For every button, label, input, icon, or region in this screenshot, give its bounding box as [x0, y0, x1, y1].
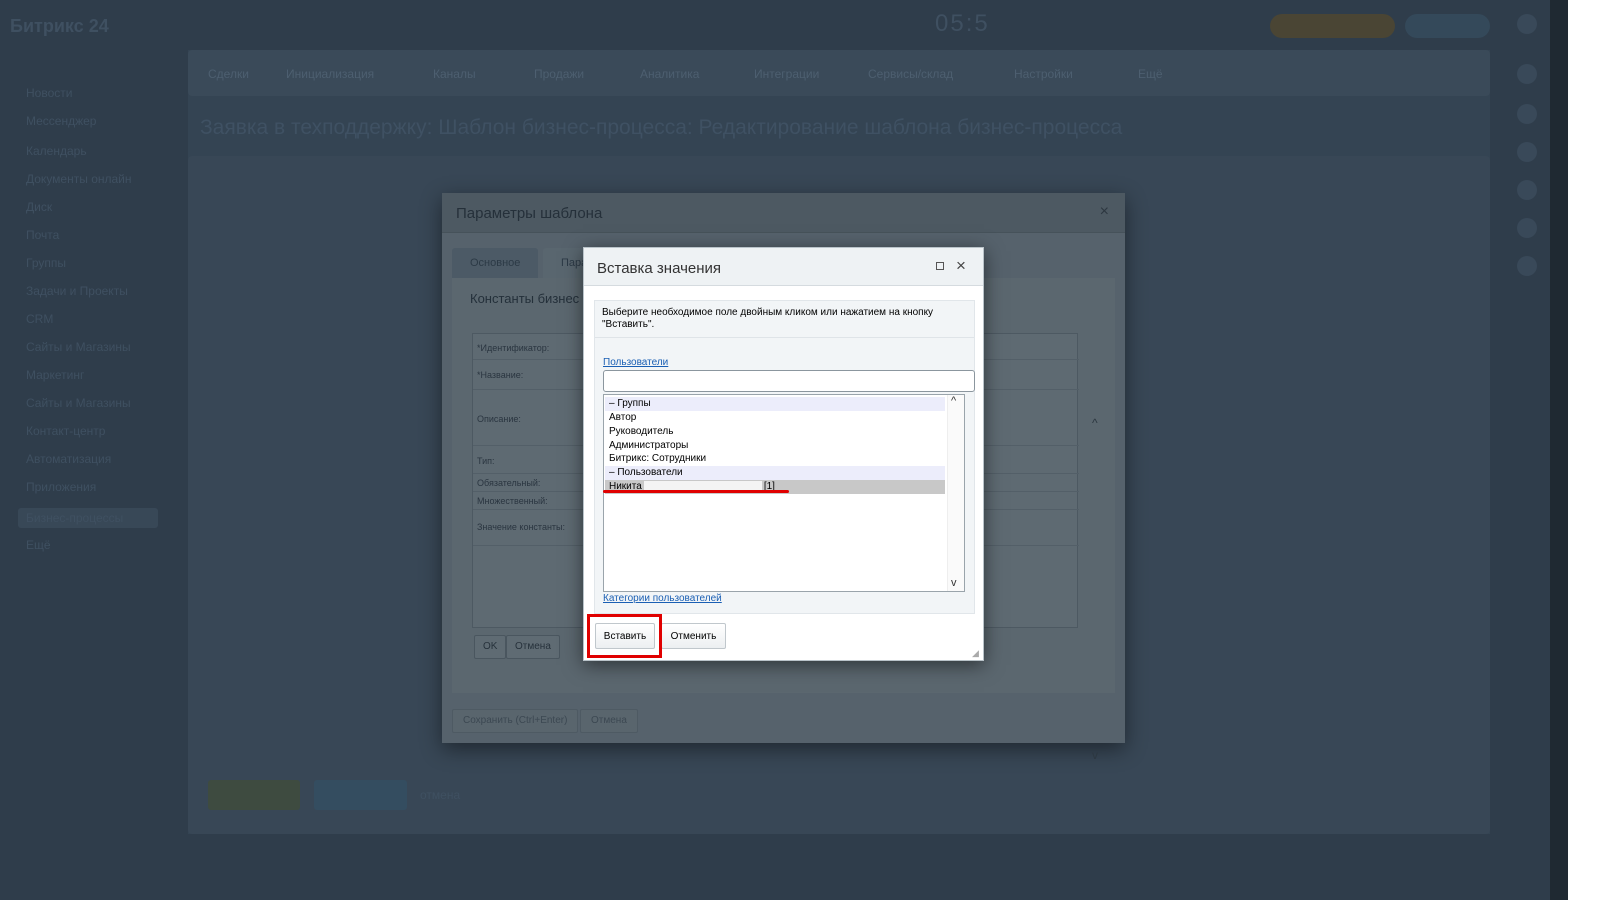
cancel-button[interactable]: Отменить	[661, 623, 726, 649]
save-button[interactable]: Сохранить (Ctrl+Enter)	[452, 709, 579, 733]
maximize-icon[interactable]	[936, 262, 944, 270]
chat-icon	[1517, 104, 1537, 124]
menu-item: Документы онлайн	[26, 172, 132, 186]
menu-item: Приложения	[26, 480, 97, 494]
top-bar: Битрикс 24 05:5	[0, 0, 1560, 50]
chevron-down-icon[interactable]: v	[1092, 748, 1098, 762]
dialog-header: Вставка значения ×	[584, 248, 983, 286]
bg-pill-blue	[1405, 14, 1490, 38]
left-menu: Новости Мессенджер Календарь Документы о…	[0, 60, 180, 720]
chevron-up-icon[interactable]: ^	[951, 395, 956, 407]
dialog-title: Параметры шаблона	[456, 205, 603, 222]
notification-icon	[1517, 64, 1537, 84]
section-title: Константы бизнес	[470, 291, 580, 306]
menu-item: Контакт-центр	[26, 424, 106, 438]
menu-item: Автоматизация	[26, 452, 112, 466]
nav-tab: Сервисы/склад	[868, 67, 954, 81]
value-list[interactable]: – Группы Автор Руководитель Администрато…	[603, 394, 965, 592]
nav-tab: Инициализация	[286, 67, 375, 81]
red-underline-annotation	[603, 490, 789, 493]
red-box-annotation	[587, 614, 662, 658]
menu-item: Новости	[26, 86, 73, 100]
menu-item: Маркетинг	[26, 368, 85, 382]
clock: 05:5	[935, 10, 990, 37]
chevron-down-icon[interactable]: v	[951, 577, 957, 589]
categories-link[interactable]: Категории пользователей	[603, 593, 722, 604]
list-item[interactable]: Руководитель	[605, 425, 945, 439]
search-input[interactable]	[603, 370, 975, 392]
divider	[595, 337, 974, 338]
top-nav: Сделки Инициализация Каналы Продажи Анал…	[188, 50, 1490, 96]
close-icon[interactable]: ×	[1100, 203, 1109, 221]
search-icon	[1517, 142, 1537, 162]
menu-item: Почта	[26, 228, 60, 242]
bg-save-button	[208, 780, 300, 810]
list-group[interactable]: – Группы	[605, 397, 945, 411]
list-group[interactable]: – Пользователи	[605, 466, 945, 480]
dialog-title: Вставка значения	[597, 260, 722, 277]
close-icon[interactable]: ×	[956, 256, 966, 276]
right-bar	[1505, 0, 1550, 900]
dialog-content: Выберите необходимое поле двойным кликом…	[594, 300, 975, 614]
widget-icon	[1517, 256, 1537, 276]
menu-item: CRM	[26, 312, 54, 326]
logo: Битрикс 24	[10, 16, 109, 36]
nav-tab: Настройки	[1014, 67, 1073, 81]
menu-item: Группы	[26, 256, 66, 270]
menu-item: Диск	[26, 200, 53, 214]
insert-value-dialog: Вставка значения × Выберите необходимое …	[583, 247, 984, 661]
menu-item: Сайты и Магазины	[26, 340, 131, 354]
list-item[interactable]: Автор	[605, 411, 945, 425]
bg-apply-button	[314, 780, 407, 810]
bg-pill-orange	[1270, 14, 1395, 38]
nav-tab: Ещё	[1138, 67, 1163, 81]
page-title: Заявка в техподдержку: Шаблон бизнес-про…	[200, 116, 1123, 139]
list-item[interactable]: Администраторы	[605, 439, 945, 453]
page-scrollbar	[1550, 0, 1568, 900]
ok-button[interactable]: OK	[474, 635, 507, 659]
form-cancel-button[interactable]: Отмена	[506, 635, 560, 659]
nav-tab: Аналитика	[640, 67, 700, 81]
bell-icon	[1517, 14, 1537, 34]
tab-main[interactable]: Основное	[452, 248, 538, 278]
list-item[interactable]: Битрикс: Сотрудники	[605, 452, 945, 466]
nav-tab: Сделки	[208, 67, 249, 81]
chat-bubble-icon	[1517, 218, 1537, 238]
cancel-button[interactable]: Отмена	[580, 709, 638, 733]
menu-item: Ещё	[26, 538, 51, 552]
avatar	[1517, 180, 1537, 200]
bg-cancel-link: отмена	[420, 788, 461, 802]
menu-item-active: Бизнес-процессы	[18, 508, 158, 528]
resize-handle-icon[interactable]: ◢	[972, 648, 979, 659]
window-edge	[1568, 0, 1600, 900]
users-link[interactable]: Пользователи	[603, 357, 668, 368]
nav-tab: Продажи	[534, 67, 585, 81]
list-scrollbar[interactable]: ^ v	[947, 395, 964, 591]
menu-item: Календарь	[26, 144, 87, 158]
menu-item: Задачи и Проекты	[26, 284, 128, 298]
menu-item: Мессенджер	[26, 114, 97, 128]
hint-text: Выберите необходимое поле двойным кликом…	[602, 307, 934, 330]
nav-tab: Каналы	[433, 67, 476, 81]
nav-tab: Интеграции	[754, 67, 820, 81]
menu-item: Сайты и Магазины	[26, 396, 131, 410]
chevron-up-icon[interactable]: ^	[1092, 416, 1098, 430]
